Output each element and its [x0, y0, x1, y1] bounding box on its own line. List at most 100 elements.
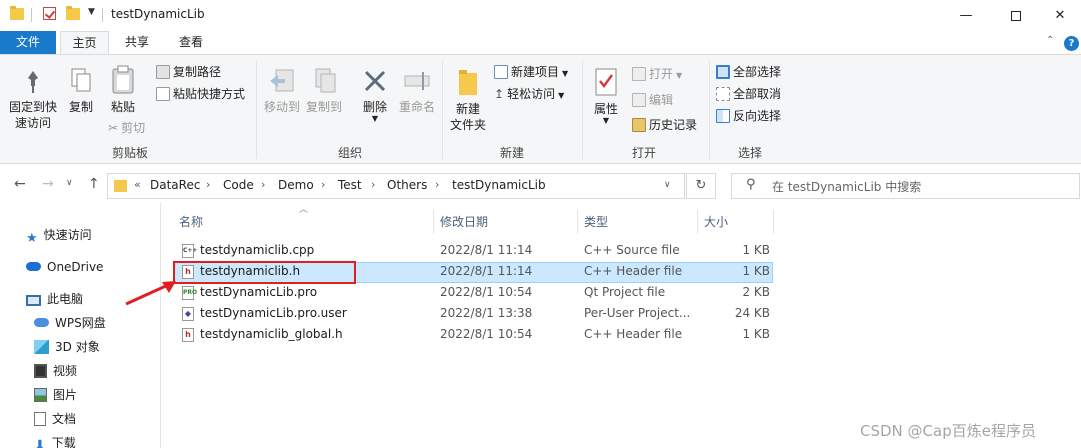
- move-to-button[interactable]: 移动到: [262, 67, 302, 115]
- file-row[interactable]: PRO testDynamicLib.pro 2022/8/1 10:54 Qt…: [173, 283, 773, 304]
- breadcrumb-datarec[interactable]: DataRec: [150, 178, 200, 192]
- properties-dropdown-icon[interactable]: ▼: [588, 117, 624, 125]
- pin-quick-access-button[interactable]: 固定到快 速访问: [6, 69, 60, 131]
- separator[interactable]: [577, 210, 578, 234]
- invert-selection-button[interactable]: 反向选择: [716, 107, 781, 125]
- breadcrumb-demo[interactable]: Demo: [278, 178, 314, 192]
- nav-item-label: 快速访问: [43, 228, 92, 242]
- minimize-button[interactable]: —: [943, 0, 989, 31]
- rename-button[interactable]: 重命名: [396, 67, 438, 115]
- file-modified: 2022/8/1 10:54: [440, 327, 533, 341]
- help-icon[interactable]: ?: [1064, 36, 1079, 51]
- edit-label: 编辑: [649, 93, 674, 107]
- new-item-label: 新建项目: [511, 65, 560, 79]
- file-type: C++ Source file: [584, 243, 680, 257]
- picture-icon: [34, 388, 47, 402]
- cut-button[interactable]: ✂ 剪切: [108, 119, 145, 137]
- nav-item-documents[interactable]: 文档: [34, 409, 76, 429]
- pro-file-icon: PRO: [182, 286, 197, 300]
- close-button[interactable]: ✕: [1037, 0, 1081, 31]
- tab-view[interactable]: 查看: [170, 31, 212, 55]
- paste-shortcut-button[interactable]: 粘贴快捷方式: [156, 85, 245, 103]
- cut-label: 剪切: [121, 121, 146, 135]
- edit-icon: [632, 93, 646, 107]
- breadcrumb-test[interactable]: Test: [338, 178, 362, 192]
- nav-item-quick-access[interactable]: ★ 快速访问: [26, 225, 92, 246]
- breadcrumb-code[interactable]: Code: [223, 178, 254, 192]
- address-bar[interactable]: « DataRec › Code › Demo › Test › Others …: [107, 173, 685, 199]
- copy-label: 复制: [68, 100, 93, 114]
- breadcrumb-testdynamiclib[interactable]: testDynamicLib: [452, 178, 546, 192]
- folder-icon: [10, 6, 24, 20]
- paste-button[interactable]: 粘贴: [106, 65, 140, 115]
- tab-home[interactable]: 主页: [60, 31, 109, 55]
- search-box[interactable]: ⚲ 在 testDynamicLib 中搜索: [731, 173, 1080, 199]
- refresh-button[interactable]: ↻: [686, 173, 716, 199]
- nav-item-videos[interactable]: 视频: [34, 361, 77, 381]
- file-row[interactable]: C++ testdynamiclib.cpp 2022/8/1 11:14 C+…: [173, 241, 773, 262]
- separator[interactable]: [697, 210, 698, 234]
- copy-button[interactable]: 复制: [64, 67, 98, 115]
- column-header-type[interactable]: 类型: [584, 212, 608, 232]
- column-header-size[interactable]: 大小: [704, 212, 728, 232]
- back-arrow-icon[interactable]: ←: [14, 176, 26, 192]
- edit-button[interactable]: 编辑: [632, 91, 673, 109]
- delete-dropdown-icon[interactable]: ▼: [356, 115, 394, 123]
- address-history-chevron-icon[interactable]: ∨: [664, 180, 671, 190]
- cube-icon: [34, 340, 49, 354]
- new-item-icon: [494, 65, 508, 79]
- separator[interactable]: [773, 210, 774, 234]
- properties-button[interactable]: 属性 ▼: [588, 67, 624, 125]
- computer-icon: [26, 295, 41, 306]
- delete-button[interactable]: 删除 ▼: [356, 67, 394, 123]
- new-item-button[interactable]: 新建项目 ▼: [494, 63, 568, 81]
- new-folder-button[interactable]: 新建 文件夹: [448, 67, 488, 133]
- nav-item-downloads[interactable]: ⬇ 下载: [34, 433, 76, 448]
- file-row[interactable]: ◆ testDynamicLib.pro.user 2022/8/1 13:38…: [173, 304, 773, 325]
- new-folder-icon[interactable]: [66, 6, 80, 20]
- open-button[interactable]: 打开 ▼: [632, 65, 682, 83]
- select-all-button[interactable]: 全部选择: [716, 63, 781, 81]
- properties-label: 属性: [593, 102, 618, 116]
- nav-item-3d-objects[interactable]: 3D 对象: [34, 337, 100, 357]
- nav-item-wps-drive[interactable]: WPS网盘: [34, 313, 106, 333]
- minimize-icon: —: [959, 8, 973, 23]
- easy-access-dropdown-icon: ▼: [558, 91, 565, 100]
- separator[interactable]: [433, 210, 434, 234]
- column-header-name[interactable]: 名称: [179, 212, 203, 232]
- properties-check-icon[interactable]: [43, 7, 56, 20]
- navigation-pane: ★ 快速访问 OneDrive 此电脑 WPS网盘 3D 对象 视频 图片 文档 …: [0, 203, 161, 448]
- paste-label: 粘贴: [110, 100, 135, 114]
- nav-item-this-pc[interactable]: 此电脑: [26, 289, 83, 309]
- tab-file[interactable]: 文件: [0, 31, 56, 55]
- file-row[interactable]: h testdynamiclib_global.h 2022/8/1 10:54…: [173, 325, 773, 346]
- easy-access-label: 轻松访问: [507, 87, 556, 101]
- navigation-bar: ← → ∨ ↑ « DataRec › Code › Demo › Test ›…: [0, 170, 1081, 202]
- select-none-button[interactable]: 全部取消: [716, 85, 781, 103]
- nav-item-pictures[interactable]: 图片: [34, 385, 77, 405]
- search-input[interactable]: 在 testDynamicLib 中搜索: [772, 178, 921, 195]
- up-arrow-icon[interactable]: ↑: [88, 176, 100, 192]
- nav-item-label: 文档: [52, 412, 77, 426]
- open-dropdown-icon: ▼: [676, 71, 683, 80]
- quick-access-dropdown-icon[interactable]: ▼: [88, 7, 95, 17]
- search-icon: ⚲: [746, 177, 756, 192]
- cloud-icon: [26, 262, 41, 271]
- maximize-button[interactable]: [993, 0, 1039, 31]
- tab-share[interactable]: 共享: [116, 31, 158, 55]
- copy-to-button[interactable]: 复制到: [304, 67, 344, 115]
- copy-path-icon: [156, 65, 170, 79]
- recent-locations-chevron-icon[interactable]: ∨: [66, 178, 73, 188]
- move-to-icon: [270, 69, 294, 92]
- easy-access-button[interactable]: ↥ 轻松访问 ▼: [494, 85, 564, 103]
- breadcrumb-overflow[interactable]: «: [134, 178, 141, 191]
- forward-arrow-icon[interactable]: →: [42, 176, 54, 192]
- breadcrumb-others[interactable]: Others: [387, 178, 427, 192]
- new-folder-icon: [459, 70, 477, 95]
- expand-ribbon-icon[interactable]: ⌃: [1046, 35, 1054, 46]
- nav-item-onedrive[interactable]: OneDrive: [26, 257, 103, 277]
- history-button[interactable]: 历史记录: [632, 116, 697, 134]
- header-file-icon: h: [182, 328, 194, 342]
- column-header-modified[interactable]: 修改日期: [440, 212, 488, 232]
- copy-path-button[interactable]: 复制路径: [156, 63, 221, 81]
